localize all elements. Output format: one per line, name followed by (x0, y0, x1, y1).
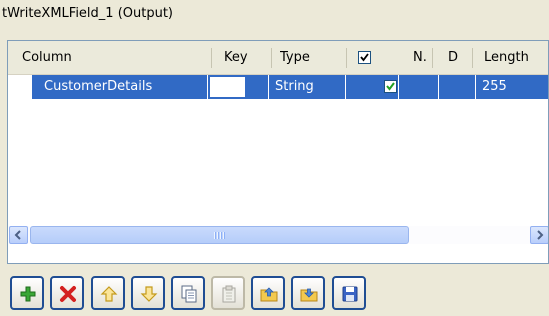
import-schema-button[interactable] (251, 276, 285, 310)
delete-icon (60, 286, 76, 302)
copy-button[interactable] (171, 276, 205, 310)
key-checkbox[interactable] (210, 77, 245, 97)
export-schema-button[interactable] (291, 276, 325, 310)
scroll-right-button[interactable] (530, 226, 548, 244)
column-header-column[interactable]: Column (22, 41, 202, 74)
horizontal-scrollbar[interactable] (9, 226, 548, 244)
cell-key[interactable] (208, 75, 269, 99)
paste-button[interactable] (211, 276, 245, 310)
table-header: Column Key Type N. D Length (8, 41, 548, 75)
cell-type[interactable]: String (269, 75, 346, 99)
chevron-right-icon (537, 230, 544, 240)
scroll-left-button[interactable] (9, 226, 28, 244)
copy-icon (181, 285, 197, 303)
cell-nullable-blank (399, 75, 439, 99)
move-up-button[interactable] (91, 276, 125, 310)
cell-date-pattern[interactable] (439, 75, 476, 99)
grip-icon (214, 232, 225, 239)
component-title: tWriteXMLField_1 (Output) (2, 6, 173, 21)
move-down-icon (140, 286, 158, 302)
column-header-date-pattern[interactable]: D (448, 41, 468, 74)
chevron-left-icon (14, 230, 21, 240)
column-header-type[interactable]: Type (280, 41, 340, 74)
move-up-icon (100, 286, 118, 302)
nullable-checkbox[interactable] (384, 80, 397, 93)
cell-column-name[interactable]: CustomerDetails (32, 75, 208, 99)
export-schema-icon (300, 288, 318, 302)
import-schema-icon (260, 287, 278, 302)
cell-nullable[interactable] (346, 75, 399, 99)
save-icon (342, 286, 358, 302)
add-button[interactable] (10, 276, 44, 310)
add-icon (20, 286, 36, 302)
delete-button[interactable] (50, 276, 84, 310)
scrollbar-thumb[interactable] (30, 226, 409, 244)
select-all-nullable-checkbox[interactable] (358, 51, 371, 64)
move-down-button[interactable] (131, 276, 165, 310)
table-row[interactable]: CustomerDetails String 255 (8, 75, 548, 99)
save-button[interactable] (332, 276, 366, 310)
cell-length[interactable]: 255 (476, 75, 548, 99)
column-header-length[interactable]: Length (484, 41, 548, 74)
column-header-nullable-checkbox[interactable] (358, 41, 388, 74)
column-header-key[interactable]: Key (224, 41, 264, 74)
schema-table: Column Key Type N. D Length CustomerDeta… (7, 40, 549, 264)
paste-icon (222, 285, 236, 303)
